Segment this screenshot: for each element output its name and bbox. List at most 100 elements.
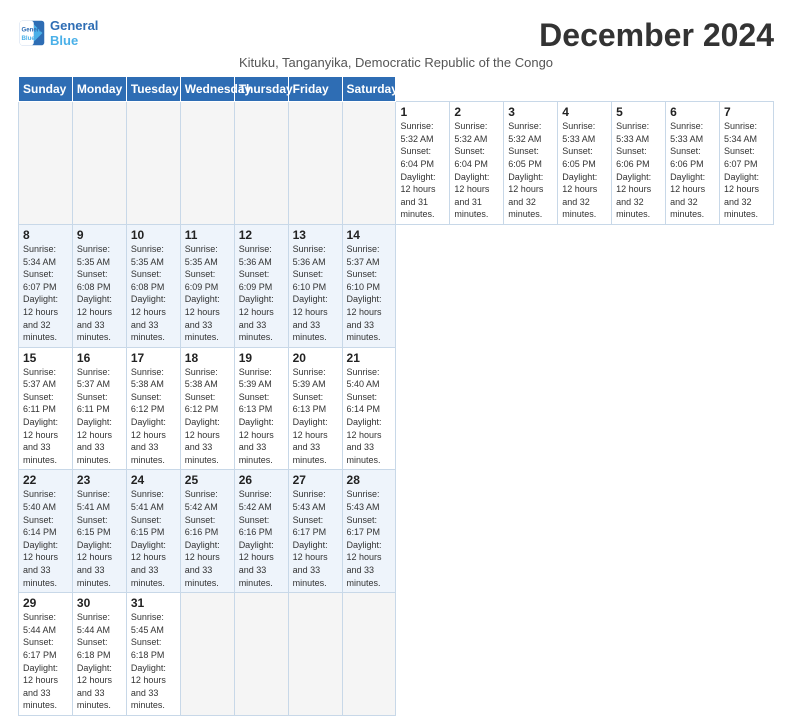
table-row: 19Sunrise: 5:39 AMSunset: 6:13 PMDayligh… <box>234 347 288 470</box>
table-row: 6Sunrise: 5:33 AMSunset: 6:06 PMDaylight… <box>666 102 720 225</box>
calendar-week-row: 1Sunrise: 5:32 AMSunset: 6:04 PMDaylight… <box>19 102 774 225</box>
day-info: Sunrise: 5:32 AMSunset: 6:05 PMDaylight:… <box>508 120 553 221</box>
day-info: Sunrise: 5:38 AMSunset: 6:12 PMDaylight:… <box>131 366 176 467</box>
day-info: Sunrise: 5:32 AMSunset: 6:04 PMDaylight:… <box>454 120 499 221</box>
col-thursday: Thursday <box>234 77 288 102</box>
day-number: 11 <box>185 228 230 242</box>
day-number: 22 <box>23 473 68 487</box>
day-info: Sunrise: 5:44 AMSunset: 6:17 PMDaylight:… <box>23 611 68 712</box>
col-friday: Friday <box>288 77 342 102</box>
day-info: Sunrise: 5:43 AMSunset: 6:17 PMDaylight:… <box>293 488 338 589</box>
day-number: 7 <box>724 105 769 119</box>
table-row <box>288 593 342 716</box>
day-number: 4 <box>562 105 607 119</box>
day-info: Sunrise: 5:43 AMSunset: 6:17 PMDaylight:… <box>347 488 392 589</box>
day-number: 13 <box>293 228 338 242</box>
col-monday: Monday <box>72 77 126 102</box>
day-info: Sunrise: 5:35 AMSunset: 6:08 PMDaylight:… <box>77 243 122 344</box>
calendar-week-row: 8Sunrise: 5:34 AMSunset: 6:07 PMDaylight… <box>19 224 774 347</box>
table-row: 20Sunrise: 5:39 AMSunset: 6:13 PMDayligh… <box>288 347 342 470</box>
table-row: 9Sunrise: 5:35 AMSunset: 6:08 PMDaylight… <box>72 224 126 347</box>
col-sunday: Sunday <box>19 77 73 102</box>
table-row: 16Sunrise: 5:37 AMSunset: 6:11 PMDayligh… <box>72 347 126 470</box>
day-number: 24 <box>131 473 176 487</box>
day-number: 25 <box>185 473 230 487</box>
day-info: Sunrise: 5:36 AMSunset: 6:10 PMDaylight:… <box>293 243 338 344</box>
day-number: 20 <box>293 351 338 365</box>
day-number: 12 <box>239 228 284 242</box>
table-row <box>126 102 180 225</box>
table-row <box>234 593 288 716</box>
table-row: 14Sunrise: 5:37 AMSunset: 6:10 PMDayligh… <box>342 224 396 347</box>
table-row <box>342 593 396 716</box>
day-info: Sunrise: 5:34 AMSunset: 6:07 PMDaylight:… <box>724 120 769 221</box>
table-row: 12Sunrise: 5:36 AMSunset: 6:09 PMDayligh… <box>234 224 288 347</box>
calendar-table: Sunday Monday Tuesday Wednesday Thursday… <box>18 76 774 716</box>
table-row: 25Sunrise: 5:42 AMSunset: 6:16 PMDayligh… <box>180 470 234 593</box>
table-row <box>288 102 342 225</box>
day-info: Sunrise: 5:44 AMSunset: 6:18 PMDaylight:… <box>77 611 122 712</box>
col-wednesday: Wednesday <box>180 77 234 102</box>
day-info: Sunrise: 5:34 AMSunset: 6:07 PMDaylight:… <box>23 243 68 344</box>
day-info: Sunrise: 5:38 AMSunset: 6:12 PMDaylight:… <box>185 366 230 467</box>
day-number: 30 <box>77 596 122 610</box>
day-info: Sunrise: 5:35 AMSunset: 6:08 PMDaylight:… <box>131 243 176 344</box>
table-row: 31Sunrise: 5:45 AMSunset: 6:18 PMDayligh… <box>126 593 180 716</box>
day-number: 3 <box>508 105 553 119</box>
table-row: 15Sunrise: 5:37 AMSunset: 6:11 PMDayligh… <box>19 347 73 470</box>
table-row: 5Sunrise: 5:33 AMSunset: 6:06 PMDaylight… <box>612 102 666 225</box>
day-info: Sunrise: 5:42 AMSunset: 6:16 PMDaylight:… <box>185 488 230 589</box>
month-title: December 2024 <box>539 18 774 53</box>
logo-icon: General Blue <box>18 19 46 47</box>
table-row: 23Sunrise: 5:41 AMSunset: 6:15 PMDayligh… <box>72 470 126 593</box>
subtitle: Kituku, Tanganyika, Democratic Republic … <box>18 55 774 70</box>
table-row: 7Sunrise: 5:34 AMSunset: 6:07 PMDaylight… <box>719 102 773 225</box>
table-row: 18Sunrise: 5:38 AMSunset: 6:12 PMDayligh… <box>180 347 234 470</box>
table-row: 3Sunrise: 5:32 AMSunset: 6:05 PMDaylight… <box>504 102 558 225</box>
table-row: 4Sunrise: 5:33 AMSunset: 6:05 PMDaylight… <box>558 102 612 225</box>
table-row: 13Sunrise: 5:36 AMSunset: 6:10 PMDayligh… <box>288 224 342 347</box>
table-row <box>234 102 288 225</box>
table-row: 11Sunrise: 5:35 AMSunset: 6:09 PMDayligh… <box>180 224 234 347</box>
day-number: 16 <box>77 351 122 365</box>
table-row: 10Sunrise: 5:35 AMSunset: 6:08 PMDayligh… <box>126 224 180 347</box>
table-row: 22Sunrise: 5:40 AMSunset: 6:14 PMDayligh… <box>19 470 73 593</box>
day-number: 21 <box>347 351 392 365</box>
table-row <box>180 102 234 225</box>
calendar-week-row: 15Sunrise: 5:37 AMSunset: 6:11 PMDayligh… <box>19 347 774 470</box>
svg-text:General: General <box>22 26 45 33</box>
day-number: 2 <box>454 105 499 119</box>
table-row: 8Sunrise: 5:34 AMSunset: 6:07 PMDaylight… <box>19 224 73 347</box>
calendar-week-row: 29Sunrise: 5:44 AMSunset: 6:17 PMDayligh… <box>19 593 774 716</box>
day-number: 8 <box>23 228 68 242</box>
page: General Blue General Blue December 2024 … <box>0 0 792 612</box>
logo-text: General Blue <box>50 18 98 48</box>
day-number: 14 <box>347 228 392 242</box>
day-number: 9 <box>77 228 122 242</box>
svg-text:Blue: Blue <box>22 35 36 42</box>
table-row: 27Sunrise: 5:43 AMSunset: 6:17 PMDayligh… <box>288 470 342 593</box>
header: General Blue General Blue December 2024 <box>18 18 774 53</box>
day-info: Sunrise: 5:41 AMSunset: 6:15 PMDaylight:… <box>77 488 122 589</box>
day-info: Sunrise: 5:36 AMSunset: 6:09 PMDaylight:… <box>239 243 284 344</box>
table-row <box>180 593 234 716</box>
day-info: Sunrise: 5:37 AMSunset: 6:11 PMDaylight:… <box>77 366 122 467</box>
day-number: 19 <box>239 351 284 365</box>
day-number: 31 <box>131 596 176 610</box>
day-number: 17 <box>131 351 176 365</box>
day-info: Sunrise: 5:45 AMSunset: 6:18 PMDaylight:… <box>131 611 176 712</box>
day-info: Sunrise: 5:39 AMSunset: 6:13 PMDaylight:… <box>293 366 338 467</box>
table-row: 17Sunrise: 5:38 AMSunset: 6:12 PMDayligh… <box>126 347 180 470</box>
day-info: Sunrise: 5:32 AMSunset: 6:04 PMDaylight:… <box>400 120 445 221</box>
table-row: 29Sunrise: 5:44 AMSunset: 6:17 PMDayligh… <box>19 593 73 716</box>
day-info: Sunrise: 5:37 AMSunset: 6:10 PMDaylight:… <box>347 243 392 344</box>
day-info: Sunrise: 5:33 AMSunset: 6:06 PMDaylight:… <box>616 120 661 221</box>
day-info: Sunrise: 5:37 AMSunset: 6:11 PMDaylight:… <box>23 366 68 467</box>
logo: General Blue General Blue <box>18 18 98 48</box>
col-saturday: Saturday <box>342 77 396 102</box>
col-tuesday: Tuesday <box>126 77 180 102</box>
day-number: 6 <box>670 105 715 119</box>
day-info: Sunrise: 5:35 AMSunset: 6:09 PMDaylight:… <box>185 243 230 344</box>
day-number: 5 <box>616 105 661 119</box>
day-number: 15 <box>23 351 68 365</box>
